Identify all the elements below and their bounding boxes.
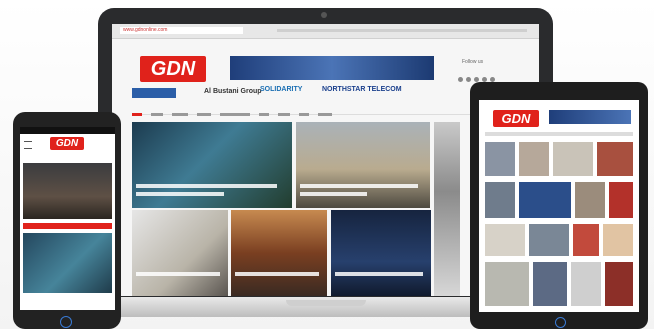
sidebar-ad[interactable] [434, 122, 460, 296]
nav-item[interactable] [172, 113, 188, 117]
social-icon[interactable] [458, 77, 463, 82]
news-tile[interactable] [553, 142, 593, 176]
news-tile[interactable] [485, 262, 529, 306]
status-bar [20, 127, 115, 134]
browser-tabs[interactable] [277, 29, 527, 32]
news-headline [136, 272, 221, 276]
news-headline [300, 184, 418, 188]
news-tile[interactable] [132, 210, 228, 296]
news-tile[interactable] [132, 122, 292, 208]
social-icons[interactable] [458, 69, 510, 82]
news-tile[interactable] [609, 182, 633, 218]
address-bar[interactable]: www.gdnonline.com [120, 27, 243, 34]
gdn-logo[interactable]: GDN [493, 110, 539, 127]
news-headline [300, 192, 367, 196]
news-tile[interactable] [296, 122, 430, 208]
nav-item[interactable] [299, 113, 309, 117]
nav-item[interactable] [132, 113, 142, 117]
sponsor-logo[interactable]: Al Bustani Group [204, 88, 262, 95]
news-tile[interactable] [533, 262, 567, 306]
news-tile[interactable] [331, 210, 431, 296]
gdn-logo[interactable]: GDN [140, 56, 206, 82]
news-tile[interactable] [23, 233, 112, 293]
news-headline [235, 272, 320, 276]
nav-item[interactable] [197, 113, 211, 117]
news-tile[interactable] [573, 224, 599, 256]
news-tile[interactable] [529, 224, 569, 256]
news-tile[interactable] [231, 210, 327, 296]
news-tile[interactable] [519, 142, 549, 176]
news-tile[interactable] [485, 224, 525, 256]
nav-item[interactable] [318, 113, 332, 117]
social-icon[interactable] [466, 77, 471, 82]
news-tile[interactable] [605, 262, 633, 306]
phone-screen: GDN [20, 127, 115, 310]
news-tile[interactable] [485, 142, 515, 176]
banner-ad[interactable] [549, 110, 631, 124]
tablet-screen: GDN [479, 100, 639, 312]
section-header [23, 223, 112, 229]
browser-toolbar: www.gdnonline.com [112, 24, 539, 39]
home-button-icon[interactable] [555, 317, 566, 328]
camera-icon [321, 12, 327, 18]
news-headline [136, 192, 224, 196]
sponsor-logo[interactable]: SOLIDARITY [260, 86, 302, 93]
news-tile[interactable] [571, 262, 601, 306]
menu-icon[interactable] [24, 141, 32, 149]
news-tile[interactable] [603, 224, 633, 256]
nav-item[interactable] [220, 113, 250, 117]
sponsor-logo[interactable]: NORTHSTAR TELECOM [322, 86, 402, 93]
main-nav[interactable] [485, 132, 633, 136]
gdn-logo[interactable]: GDN [50, 137, 84, 150]
news-tile[interactable] [575, 182, 605, 218]
news-tile[interactable] [597, 142, 633, 176]
news-tile[interactable] [519, 182, 571, 218]
news-tile[interactable] [23, 163, 112, 219]
news-headline [136, 184, 277, 188]
nav-item[interactable] [151, 113, 163, 117]
home-button-icon[interactable] [60, 316, 72, 328]
main-nav[interactable] [132, 106, 527, 117]
news-tile[interactable] [485, 182, 515, 218]
nav-item[interactable] [259, 113, 269, 117]
laptop-hinge-notch [286, 300, 366, 306]
nav-button[interactable] [132, 88, 176, 98]
nav-item[interactable] [278, 113, 290, 117]
banner-ad[interactable] [230, 56, 434, 80]
follow-label: Follow us [462, 59, 484, 65]
news-headline [335, 272, 423, 276]
